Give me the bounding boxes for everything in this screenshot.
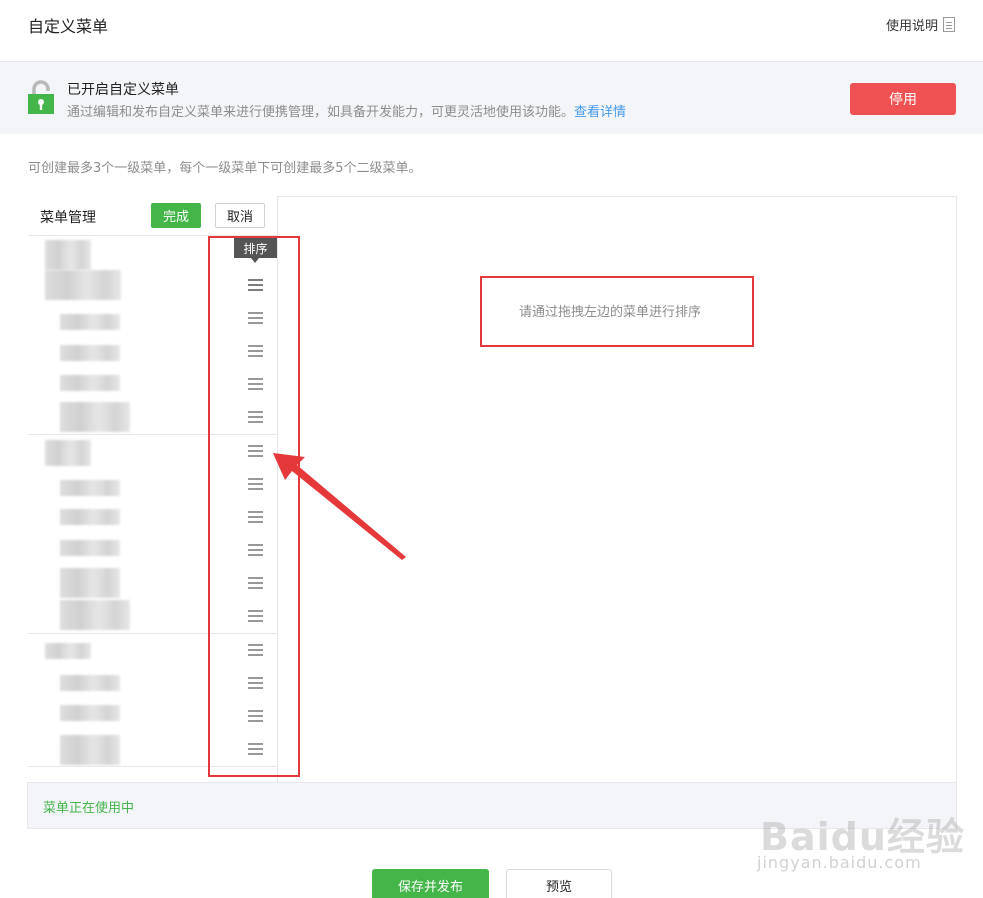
- menu-limit-hint: 可创建最多3个一级菜单，每个一级菜单下可创建最多5个二级菜单。: [28, 161, 422, 176]
- menu-tree-title: 菜单管理: [40, 210, 96, 226]
- submenu-item-blurred[interactable]: [60, 480, 120, 496]
- sort-instruction: 请通过拖拽左边的菜单进行排序: [519, 305, 702, 320]
- submenu-item-blurred[interactable]: [60, 735, 120, 765]
- submenu-item-blurred[interactable]: [60, 402, 130, 432]
- stop-button[interactable]: 停用: [850, 83, 956, 115]
- submenu-item-blurred[interactable]: [60, 375, 120, 391]
- save-and-publish-button[interactable]: 保存并发布: [372, 869, 489, 898]
- annotation-arrow: [273, 453, 406, 560]
- menu-item-blurred[interactable]: [45, 440, 91, 466]
- cancel-button[interactable]: 取消: [215, 203, 265, 228]
- preview-button[interactable]: 预览: [506, 869, 612, 898]
- banner-description: 通过编辑和发布自定义菜单来进行便携管理，如具备开发能力，可更灵活地使用该功能。查…: [67, 101, 626, 120]
- page-title: 自定义菜单: [28, 17, 109, 36]
- doc-icon: [943, 17, 955, 32]
- menu-item-blurred[interactable]: [45, 240, 91, 270]
- view-details-link[interactable]: 查看详情: [574, 105, 626, 120]
- submenu-item-blurred[interactable]: [60, 509, 120, 525]
- lock-icon: [28, 80, 54, 114]
- submenu-item-blurred[interactable]: [60, 345, 120, 361]
- submenu-item-blurred[interactable]: [60, 675, 120, 691]
- submenu-item-blurred[interactable]: [60, 314, 120, 330]
- baidu-watermark-url: jingyan.baidu.com: [757, 853, 922, 872]
- menu-item-blurred[interactable]: [45, 270, 121, 300]
- submenu-item-blurred[interactable]: [60, 705, 120, 721]
- menu-status: 菜单正在使用中: [43, 801, 135, 816]
- help-link-label: 使用说明: [885, 19, 938, 34]
- done-button[interactable]: 完成: [151, 203, 201, 228]
- submenu-item-blurred[interactable]: [60, 600, 130, 630]
- submenu-item-blurred[interactable]: [60, 540, 120, 556]
- submenu-item-blurred[interactable]: [60, 568, 120, 598]
- menu-item-blurred[interactable]: [45, 643, 91, 659]
- banner-title: 已开启自定义菜单: [67, 82, 179, 98]
- banner-description-text: 通过编辑和发布自定义菜单来进行便携管理，如具备开发能力，可更灵活地使用该功能。: [67, 105, 575, 120]
- help-link[interactable]: 使用说明: [886, 15, 955, 34]
